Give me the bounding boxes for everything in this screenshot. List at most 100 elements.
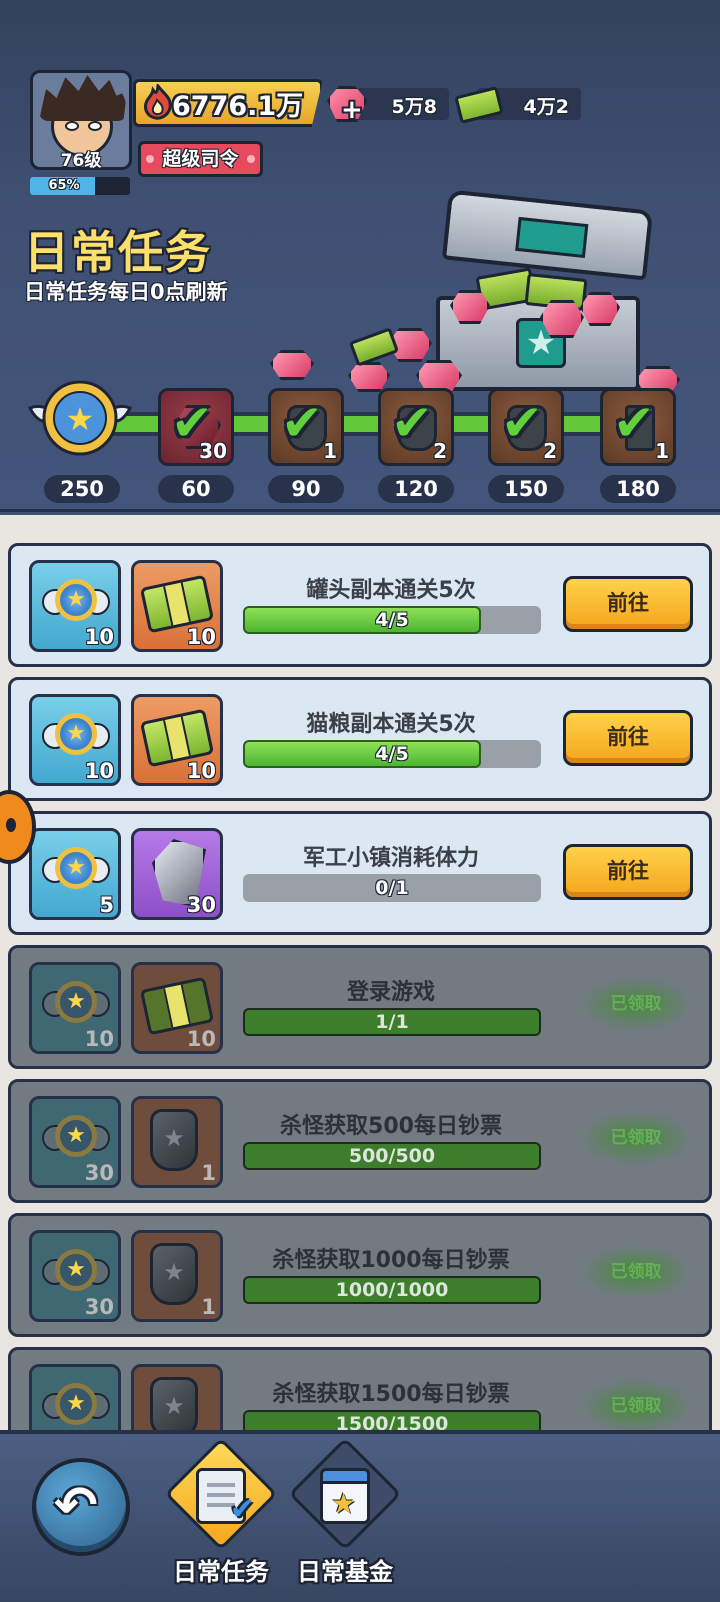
task-progress-bar: 0/1 [243,874,541,902]
tab-label: 日常基金 [297,1558,393,1586]
milestone-points-label: 60 [158,475,234,503]
badge-rivet [146,155,154,163]
reward-count: 10 [186,759,216,783]
vip-label: 超级司令 [162,148,239,170]
go-button[interactable]: 前往 [563,576,693,632]
claimed-stamp: 已领取 [581,1380,691,1432]
claimed-check-icon: ✔ [613,394,655,452]
reward-points: 10 [29,560,121,652]
task-title: 军工小镇消耗体力 [302,846,479,871]
task-list-icon: ✔ [196,1468,255,1527]
task-progress-bar: 4/5 [243,740,541,768]
task-progress-text: 1000/1000 [335,1279,449,1301]
reward-points: 30 [29,1230,121,1322]
milestone-count: 1 [323,439,337,463]
reward-item: 30 [131,828,223,920]
milestone-count: 2 [543,439,557,463]
add-gem-icon[interactable]: + [341,97,363,123]
power-value: 6776.1万 [172,91,304,122]
reward-count: 30 [84,1161,114,1185]
vip-badge[interactable]: 超级司令 [138,141,263,177]
reward-count: 10 [84,1027,114,1051]
reward-count: 5 [99,893,114,917]
milestone-count: 1 [655,439,669,463]
gem-pile [348,362,390,392]
tab-daily-fund[interactable]: ★ 日常基金 [288,1437,402,1598]
reward-item: 10 [131,962,223,1054]
activity-medal-icon [42,845,110,899]
avatar-hair [39,75,127,121]
milestone-points-label: 120 [378,475,454,503]
reward-count: 1 [201,1295,216,1319]
milestone-count: 2 [433,439,447,463]
milestone-reward-180[interactable]: ✔ 1 [600,388,676,466]
activity-medal-icon [42,711,110,765]
task-title: 杀怪获取1000每日钞票 [272,1248,510,1273]
reward-count: 30 [186,893,216,917]
task-row: 10 10 登录游戏 1/1 已领取 [8,945,712,1069]
task-progress-bar: 1000/1000 [243,1276,541,1304]
player-level: 76级 [60,151,102,171]
reward-count: 30 [84,1295,114,1319]
task-row: 10 10 罐头副本通关5次 4/5 前往 [8,543,712,667]
milestone-points-label: 180 [600,475,676,503]
cash-pile [348,327,400,367]
task-list[interactable]: 10 10 罐头副本通关5次 4/5 前往 10 10 猫粮副本通关5次 4/5… [0,515,720,1471]
task-progress-bar: 500/500 [243,1142,541,1170]
task-progress-text: 0/1 [375,877,409,899]
reward-item: 10 [131,694,223,786]
claimed-label: 已领取 [610,1262,662,1282]
dogtag-icon [150,1109,198,1171]
milestone-count: 30 [199,439,227,463]
activity-medal-icon [42,1113,110,1167]
task-progress-bar: 1/1 [243,1008,541,1036]
milestone-points-label: 150 [488,475,564,503]
gem-value: 5万8 [391,96,437,118]
task-row: 5 30 军工小镇消耗体力 0/1 前往 [8,811,712,935]
reward-points: 5 [29,828,121,920]
reward-count: 10 [186,1027,216,1051]
task-title: 杀怪获取500每日钞票 [280,1114,502,1139]
reward-count: 10 [186,625,216,649]
go-button[interactable]: 前往 [563,710,693,766]
milestone-points-label: 90 [268,475,344,503]
calendar-icon: ★ [320,1468,370,1524]
dogtag-icon [150,1243,198,1305]
back-button[interactable]: ↶ [32,1458,130,1556]
claimed-check-icon: ✔ [391,394,433,452]
reward-count: 10 [84,625,114,649]
task-row: 10 10 猫粮副本通关5次 4/5 前往 [8,677,712,801]
flame-icon [144,84,172,120]
claimed-label: 已领取 [610,994,662,1014]
bottom-nav: ↶ ✔ 日常任务 ★ 日常基金 [0,1430,720,1602]
task-row: 30 1 杀怪获取1000每日钞票 1000/1000 已领取 [8,1213,712,1337]
milestone-reward-90[interactable]: ✔ 1 [268,388,344,466]
claimed-stamp: 已领取 [581,978,691,1030]
go-button[interactable]: 前往 [563,844,693,900]
milestone-total-label: 250 [44,475,120,503]
activity-medal-icon [42,1247,110,1301]
milestone-reward-60[interactable]: ✔ 30 [158,388,234,466]
header-panel: 76级 65% 6776.1万 超级司令 5万8 + 4万2 日常任务 日常任务… [0,0,720,512]
reward-count: 1 [201,1161,216,1185]
task-progress-text: 4/5 [375,609,409,631]
claimed-check-icon: ✔ [501,394,543,452]
chest-lid [441,189,654,281]
treasure-chest-icon [430,189,660,406]
chest-lid-stripe [515,216,589,259]
reward-points: 10 [29,962,121,1054]
claimed-stamp: 已领取 [581,1112,691,1164]
xp-bar: 65% [30,177,130,195]
back-arrow-icon: ↶ [54,1476,98,1536]
task-title: 猫粮副本通关5次 [306,712,476,737]
avatar-eye [88,121,102,131]
milestone-reward-120[interactable]: ✔ 2 [378,388,454,466]
task-title: 登录游戏 [346,980,435,1005]
milestone-reward-150[interactable]: ✔ 2 [488,388,564,466]
reward-item: 1 [131,1230,223,1322]
gem-pile [270,350,314,380]
task-progress-bar: 4/5 [243,606,541,634]
reward-item: 1 [131,1096,223,1188]
activity-medal-icon [42,577,110,631]
tab-daily-tasks[interactable]: ✔ 日常任务 [164,1437,278,1598]
